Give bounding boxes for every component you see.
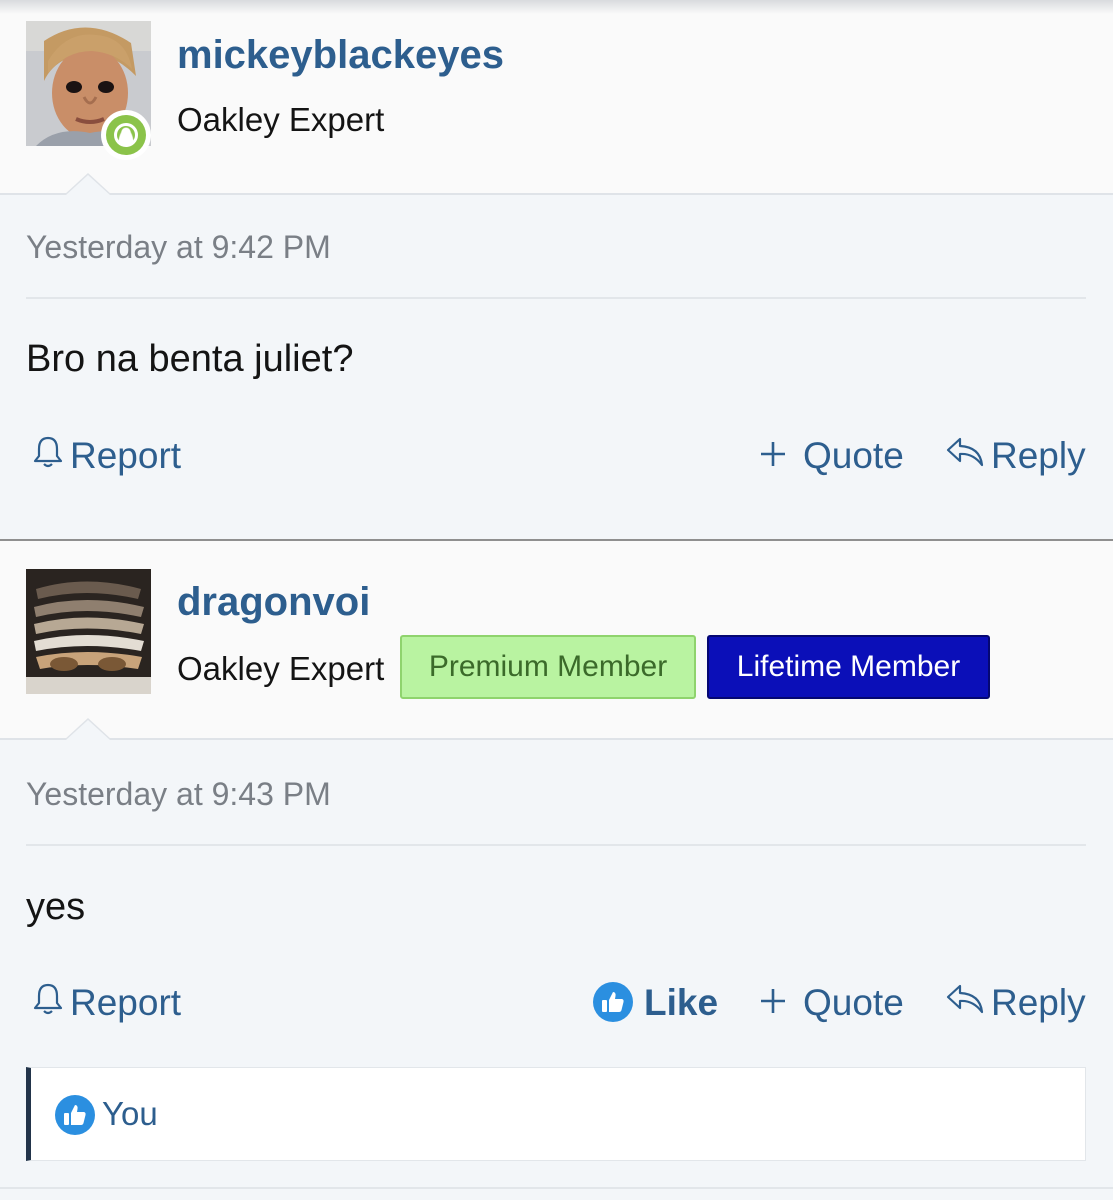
post-message: Bro na benta juliet?: [26, 338, 354, 380]
report-label: Report: [70, 434, 182, 476]
report-button[interactable]: Report: [32, 982, 181, 1022]
quote-label: Quote: [803, 434, 904, 476]
avatar[interactable]: [26, 569, 151, 694]
post-user-header: dragonvoi Oakley Expert Premium Member L…: [0, 541, 1113, 740]
divider: [26, 844, 1086, 846]
reply-arrow-icon: [945, 435, 985, 475]
reply-button[interactable]: Reply: [945, 435, 1086, 475]
header-pointer: [64, 718, 112, 740]
report-button[interactable]: Report: [32, 435, 181, 475]
user-online-icon: [101, 110, 151, 160]
thumbs-up-icon: [55, 1095, 95, 1135]
header-pointer: [64, 173, 112, 195]
quote-button[interactable]: Quote: [759, 435, 904, 475]
user-title: Oakley Expert: [177, 650, 385, 687]
username[interactable]: dragonvoi: [177, 582, 370, 622]
divider: [26, 297, 1086, 299]
reply-label: Reply: [991, 981, 1086, 1023]
bell-icon: [32, 435, 64, 475]
quote-label: Quote: [803, 981, 904, 1023]
liked-by-link[interactable]: You: [102, 1097, 158, 1130]
plus-icon: [759, 435, 787, 475]
username[interactable]: mickeyblackeyes: [177, 35, 504, 75]
top-shadow: [0, 0, 1113, 14]
thumbs-up-icon: [593, 982, 633, 1022]
like-button[interactable]: Like: [593, 982, 718, 1022]
report-label: Report: [70, 981, 182, 1023]
reply-button[interactable]: Reply: [945, 982, 1086, 1022]
premium-member-banner: Premium Member: [400, 635, 696, 699]
reply-label: Reply: [991, 434, 1086, 476]
plus-icon: [759, 982, 787, 1022]
avatar-photo: [26, 569, 151, 694]
like-label: Like: [644, 981, 719, 1023]
post-message: yes: [26, 886, 86, 928]
post: mickeyblackeyes Oakley Expert Yesterday …: [0, 0, 1113, 516]
post: dragonvoi Oakley Expert Premium Member L…: [0, 539, 1113, 1189]
post-date[interactable]: Yesterday at 9:43 PM: [26, 778, 331, 810]
post-user-header: mickeyblackeyes Oakley Expert: [0, 0, 1113, 195]
bell-icon: [32, 982, 64, 1022]
post-date[interactable]: Yesterday at 9:42 PM: [26, 231, 331, 263]
quote-button[interactable]: Quote: [759, 982, 904, 1022]
lifetime-member-banner: Lifetime Member: [707, 635, 990, 699]
user-title: Oakley Expert: [177, 101, 385, 138]
likes-summary[interactable]: You: [26, 1067, 1086, 1161]
divider: [0, 1187, 1113, 1189]
reply-arrow-icon: [945, 982, 985, 1022]
